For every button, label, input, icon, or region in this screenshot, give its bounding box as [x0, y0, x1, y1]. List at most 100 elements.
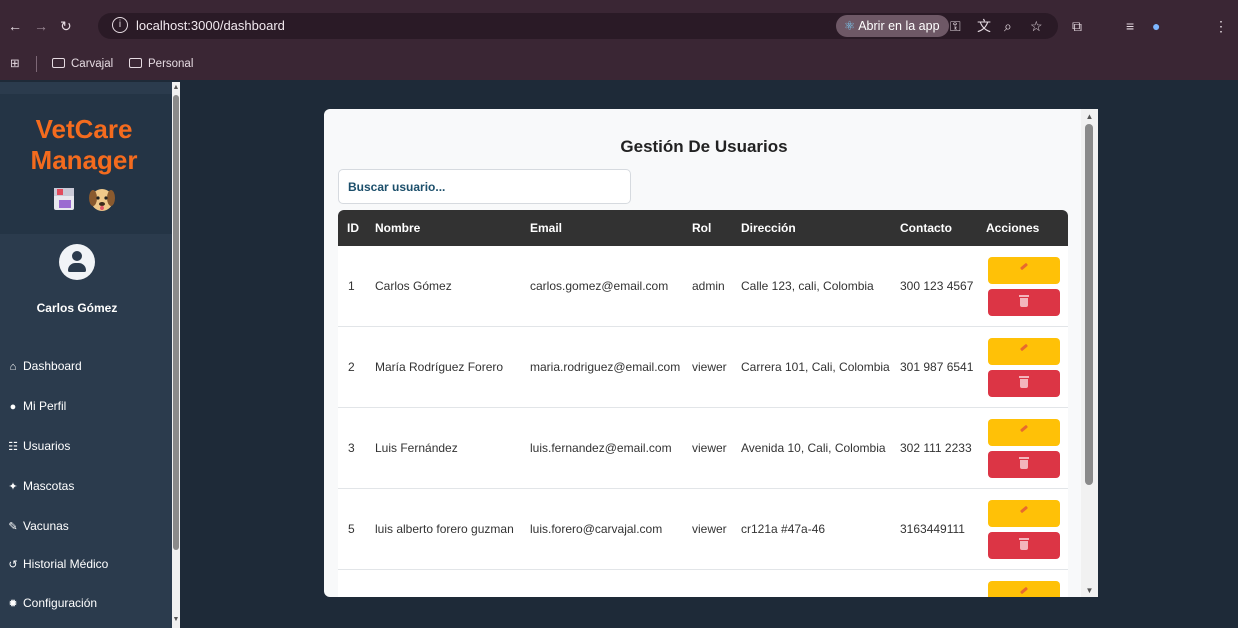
reload-icon[interactable]: ↻	[60, 16, 72, 36]
sidebar-item-usuarios[interactable]: ☷ Usuarios	[6, 438, 70, 455]
pencil-icon	[1019, 505, 1029, 514]
history-icon: ↺	[8, 559, 18, 571]
cell-id: 3	[348, 441, 355, 455]
sidebar-item-label: Vacunas	[23, 519, 69, 533]
delete-button[interactable]	[988, 370, 1060, 397]
browser-nav-row: ← → ↻ i localhost:3000/dashboard ⚛ Abrir …	[0, 0, 1238, 50]
translate-icon[interactable]: 文	[977, 16, 991, 36]
site-info-icon[interactable]: i	[112, 17, 128, 33]
cell-nombre: luis alberto forero guzman	[375, 522, 514, 536]
delete-button[interactable]	[988, 451, 1060, 478]
reading-list-icon[interactable]: ≡	[1126, 16, 1134, 36]
app-logo: VetCare Manager	[0, 114, 168, 176]
cell-rol: admin	[692, 279, 725, 293]
col-contacto: Contacto	[900, 221, 952, 235]
edit-button[interactable]	[988, 581, 1060, 597]
users-card: Gestión De Usuarios ID Nombre Email Rol …	[324, 109, 1098, 597]
cell-id: 2	[348, 360, 355, 374]
table-row: 3 Luis Fernández luis.fernandez@email.co…	[338, 408, 1068, 489]
user-icon: ●	[9, 401, 17, 413]
edit-button[interactable]	[988, 419, 1060, 446]
edit-button[interactable]	[988, 500, 1060, 527]
scroll-down-icon[interactable]: ▼	[172, 616, 180, 624]
sidebar-item-dashboard[interactable]: ⌂ Dashboard	[6, 358, 82, 375]
table-row: 5 luis alberto forero guzman luis.forero…	[338, 489, 1068, 570]
dog-face-icon	[89, 189, 115, 211]
card-scroll-thumb[interactable]	[1085, 124, 1093, 485]
delete-button[interactable]	[988, 289, 1060, 316]
cell-email: maria.rodriguez@email.com	[530, 360, 681, 374]
cell-id: 5	[348, 522, 355, 536]
cell-email: luis.forero@carvajal.com	[530, 522, 663, 536]
col-rol: Rol	[692, 221, 712, 235]
profile-icon[interactable]: ●	[1152, 16, 1160, 36]
scroll-down-icon[interactable]: ▼	[1081, 586, 1098, 596]
bookmark-carvajal[interactable]: Carvajal	[52, 56, 113, 72]
home-icon: ⌂	[9, 361, 17, 373]
paw-icon: ✦	[8, 481, 18, 493]
cell-nombre: María Rodríguez Forero	[375, 360, 504, 374]
delete-button[interactable]	[988, 532, 1060, 559]
cell-direccion: Avenida 10, Cali, Colombia	[741, 441, 886, 455]
cell-id: 1	[348, 279, 355, 293]
cell-nombre: Luis Fernández	[375, 441, 458, 455]
logo-line-2: Manager	[30, 145, 138, 175]
sidebar-scroll-thumb[interactable]	[173, 95, 179, 550]
cell-direccion: Calle 123, cali, Colombia	[741, 279, 874, 293]
edit-button[interactable]	[988, 257, 1060, 284]
back-icon[interactable]: ←	[8, 16, 22, 36]
cell-rol: viewer	[692, 360, 727, 374]
menu-icon[interactable]: ⋮	[1214, 16, 1228, 36]
sidebar-item-historial[interactable]: ↺ Historial Médico	[6, 556, 108, 573]
bookmarks-divider	[36, 56, 37, 72]
sidebar: VetCare Manager Carlos Gómez ⌂ Dashboard …	[0, 82, 172, 628]
bookmark-label: Personal	[148, 58, 194, 70]
sidebar-item-label: Dashboard	[23, 359, 82, 373]
scroll-up-icon[interactable]: ▲	[172, 84, 180, 92]
key-icon[interactable]: ⚿	[950, 16, 961, 36]
cell-contacto: 3163449111	[900, 522, 965, 536]
table-row: 1 Carlos Gómez carlos.gomez@email.com ad…	[338, 246, 1068, 327]
apps-grid-icon[interactable]: ⊞	[10, 56, 20, 72]
table-row-partial	[338, 570, 1068, 597]
folder-icon	[52, 58, 65, 68]
gear-icon: ✹	[8, 598, 18, 610]
sidebar-item-configuracion[interactable]: ✹ Configuración	[6, 595, 97, 612]
extensions-icon[interactable]: ⧉	[1072, 16, 1082, 36]
forward-icon[interactable]: →	[34, 16, 48, 36]
syringe-icon: ✎	[8, 521, 18, 533]
users-icon: ☷	[8, 441, 18, 453]
cell-email: carlos.gomez@email.com	[530, 279, 669, 293]
scroll-up-icon[interactable]: ▲	[1081, 112, 1098, 122]
pencil-icon	[1019, 424, 1029, 433]
pencil-icon	[1019, 586, 1029, 595]
cell-direccion: Carrera 101, Cali, Colombia	[741, 360, 890, 374]
user-avatar-icon[interactable]	[59, 244, 95, 280]
pencil-icon	[1019, 262, 1029, 271]
open-in-app-button[interactable]: ⚛ Abrir en la app	[836, 15, 949, 37]
sidebar-item-vacunas[interactable]: ✎ Vacunas	[6, 518, 69, 535]
sidebar-item-label: Mi Perfil	[23, 399, 67, 413]
bookmark-personal[interactable]: Personal	[129, 56, 193, 72]
logo-emoji-icons	[54, 188, 115, 211]
sidebar-item-mascotas[interactable]: ✦ Mascotas	[6, 478, 74, 495]
col-id: ID	[347, 221, 359, 235]
col-email: Email	[530, 221, 563, 235]
col-nombre: Nombre	[375, 221, 421, 235]
users-table: ID Nombre Email Rol Dirección Contacto A…	[338, 210, 1068, 597]
page-title: Gestión De Usuarios	[620, 137, 788, 156]
pencil-icon	[1019, 343, 1029, 352]
bookmark-label: Carvajal	[71, 58, 114, 70]
star-icon[interactable]: ☆	[1030, 16, 1043, 36]
zoom-icon[interactable]: ⌕	[1004, 16, 1012, 36]
col-direccion: Dirección	[741, 221, 796, 235]
app-icon: ⚛	[844, 19, 856, 33]
url-text[interactable]: localhost:3000/dashboard	[136, 18, 285, 33]
search-input[interactable]	[338, 169, 631, 204]
cell-contacto: 301 987 6541	[900, 360, 974, 374]
sidebar-item-mi-perfil[interactable]: ● Mi Perfil	[6, 398, 67, 415]
edit-button[interactable]	[988, 338, 1060, 365]
logo-line-1: VetCare	[35, 114, 133, 144]
open-in-app-label: Abrir en la app	[858, 19, 940, 33]
sidebar-item-label: Usuarios	[23, 439, 71, 453]
